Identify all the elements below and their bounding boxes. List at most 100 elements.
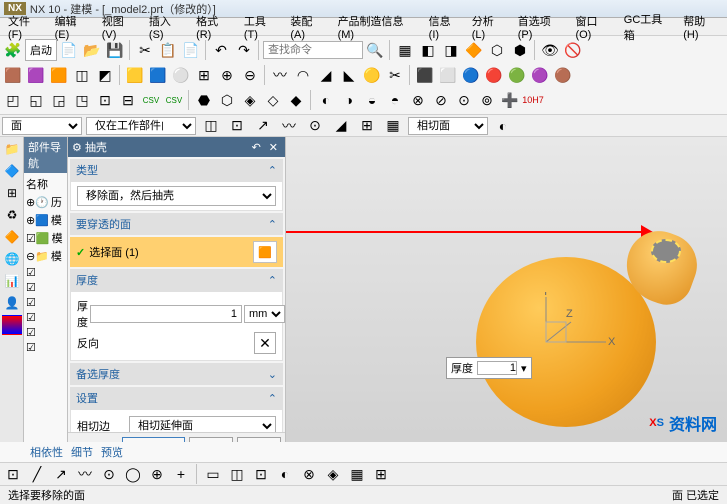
- color-icon[interactable]: [2, 315, 22, 335]
- search-icon[interactable]: 🔍: [364, 39, 386, 61]
- role-icon[interactable]: 👤: [2, 293, 22, 313]
- hide-icon[interactable]: 🚫: [562, 39, 584, 61]
- unit-dropdown[interactable]: mm: [244, 305, 285, 323]
- chamfer-icon[interactable]: ◢: [315, 64, 337, 86]
- d5-icon[interactable]: ◆: [285, 89, 307, 111]
- nav-item[interactable]: ☑🟩模: [26, 229, 65, 247]
- blend-icon[interactable]: ◠: [292, 64, 314, 86]
- tool-a1-icon[interactable]: 🟫: [2, 64, 24, 86]
- view1-icon[interactable]: ▦: [394, 39, 416, 61]
- snap4-icon[interactable]: 〰: [74, 463, 96, 485]
- subtract-icon[interactable]: ⊖: [239, 64, 261, 86]
- geom-icon[interactable]: ⬢: [509, 39, 531, 61]
- nav-item[interactable]: ☑: [26, 295, 65, 310]
- start-button[interactable]: 🧩: [2, 39, 24, 61]
- f7-icon[interactable]: ⊞: [356, 115, 378, 137]
- sel2-icon[interactable]: ◫: [226, 463, 248, 485]
- f6-icon[interactable]: ◢: [330, 115, 352, 137]
- reverse-icon[interactable]: ✕: [254, 332, 276, 354]
- tool-a2-icon[interactable]: 🟪: [25, 64, 47, 86]
- snap5-icon[interactable]: ⊙: [98, 463, 120, 485]
- section-faces[interactable]: 要穿透的面⌃: [70, 213, 283, 235]
- sel4-icon[interactable]: ◐: [274, 463, 296, 485]
- sel3-icon[interactable]: ⊡: [250, 463, 272, 485]
- type-filter-dropdown[interactable]: 面: [2, 117, 82, 135]
- scope-filter-dropdown[interactable]: 仅在工作部件内: [86, 117, 196, 135]
- open-icon[interactable]: 📂: [81, 39, 103, 61]
- draft-icon[interactable]: ◣: [338, 64, 360, 86]
- pattern-icon[interactable]: ⊞: [193, 64, 215, 86]
- copy-icon[interactable]: 📋: [157, 39, 179, 61]
- section-alt-thickness[interactable]: 备选厚度⌄: [70, 363, 283, 385]
- overlay-thickness-input[interactable]: [477, 361, 517, 375]
- snap1-icon[interactable]: ⊡: [2, 463, 24, 485]
- hole-icon[interactable]: ⚪: [170, 64, 192, 86]
- c6-icon[interactable]: ⊟: [117, 89, 139, 111]
- c4-icon[interactable]: ◳: [71, 89, 93, 111]
- b6-icon[interactable]: 🟣: [529, 64, 551, 86]
- tab-dependency[interactable]: 相依性: [30, 444, 63, 460]
- undo-icon[interactable]: ↶: [210, 39, 232, 61]
- e8-icon[interactable]: ⊚: [476, 89, 498, 111]
- nav-item[interactable]: ☑: [26, 280, 65, 295]
- view2-icon[interactable]: ◧: [417, 39, 439, 61]
- nav-item[interactable]: ☑: [26, 310, 65, 325]
- viewport[interactable]: X Y Z 厚度 ▾ XS 资料网 ZL.XS1616.COM: [286, 137, 727, 465]
- csv1-icon[interactable]: CSV: [140, 89, 162, 111]
- snap3-icon[interactable]: ↗: [50, 463, 72, 485]
- sel7-icon[interactable]: ▦: [346, 463, 368, 485]
- f3-icon[interactable]: ↗: [252, 115, 274, 137]
- sel8-icon[interactable]: ⊞: [370, 463, 392, 485]
- new-icon[interactable]: 📄: [58, 39, 80, 61]
- csv2-icon[interactable]: CSV: [163, 89, 185, 111]
- d3-icon[interactable]: ◈: [239, 89, 261, 111]
- e7-icon[interactable]: ⊙: [453, 89, 475, 111]
- f8-icon[interactable]: ▦: [382, 115, 404, 137]
- find-command-input[interactable]: [263, 41, 363, 59]
- d4-icon[interactable]: ◇: [262, 89, 284, 111]
- e4-icon[interactable]: ◓: [384, 89, 406, 111]
- b1-icon[interactable]: ⬛: [414, 64, 436, 86]
- redo-icon[interactable]: ↷: [233, 39, 255, 61]
- e6-icon[interactable]: ⊘: [430, 89, 452, 111]
- extrude-icon[interactable]: 🟨: [124, 64, 146, 86]
- revolve-icon[interactable]: 🟦: [147, 64, 169, 86]
- view3-icon[interactable]: ◨: [440, 39, 462, 61]
- d2-icon[interactable]: ⬡: [216, 89, 238, 111]
- hd3d-icon[interactable]: 🔶: [2, 227, 22, 247]
- b3-icon[interactable]: 🔵: [460, 64, 482, 86]
- c5-icon[interactable]: ⊡: [94, 89, 116, 111]
- b2-icon[interactable]: ⬜: [437, 64, 459, 86]
- dialog-close-icon[interactable]: ✕: [266, 141, 281, 154]
- snap8-icon[interactable]: +: [170, 463, 192, 485]
- b5-icon[interactable]: 🟢: [506, 64, 528, 86]
- tool-a5-icon[interactable]: ◩: [94, 64, 116, 86]
- cut-icon[interactable]: ✂: [134, 39, 156, 61]
- wire-icon[interactable]: ⬡: [486, 39, 508, 61]
- type-dropdown[interactable]: 移除面，然后抽壳: [77, 186, 276, 206]
- web-icon[interactable]: 🌐: [2, 249, 22, 269]
- shade-icon[interactable]: 🔶: [463, 39, 485, 61]
- nav-item[interactable]: ☑: [26, 265, 65, 280]
- nav-item[interactable]: ⊖📁模: [26, 247, 65, 265]
- sweep-icon[interactable]: 〰: [269, 64, 291, 86]
- nav-icon[interactable]: 📁: [2, 139, 22, 159]
- tab-preview[interactable]: 预览: [101, 444, 123, 460]
- hist-icon[interactable]: 📊: [2, 271, 22, 291]
- c3-icon[interactable]: ◲: [48, 89, 70, 111]
- e9-icon[interactable]: ➕: [499, 89, 521, 111]
- c1-icon[interactable]: ◰: [2, 89, 24, 111]
- tool-a3-icon[interactable]: 🟧: [48, 64, 70, 86]
- thickness-input[interactable]: [90, 305, 242, 323]
- f1-icon[interactable]: ◫: [200, 115, 222, 137]
- e5-icon[interactable]: ⊗: [407, 89, 429, 111]
- e1-icon[interactable]: ◐: [315, 89, 337, 111]
- b7-icon[interactable]: 🟤: [552, 64, 574, 86]
- paste-icon[interactable]: 📄: [180, 39, 202, 61]
- cons-icon[interactable]: ⊞: [2, 183, 22, 203]
- e3-icon[interactable]: ◒: [361, 89, 383, 111]
- show-icon[interactable]: 👁: [539, 39, 561, 61]
- save-icon[interactable]: 💾: [104, 39, 126, 61]
- dialog-undo-icon[interactable]: ↶: [249, 141, 264, 154]
- overlay-dropdown-icon[interactable]: ▾: [521, 362, 527, 375]
